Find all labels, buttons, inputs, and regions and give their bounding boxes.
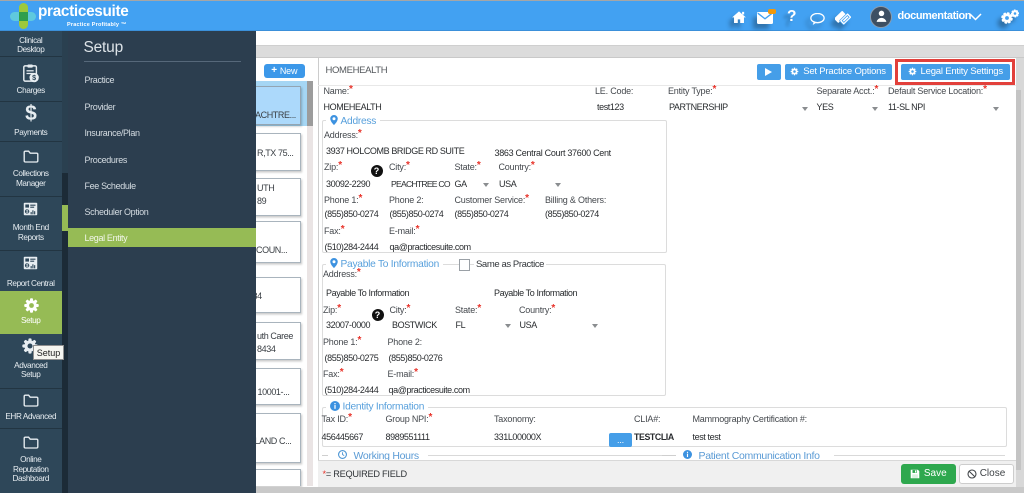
svg-text:$: $	[32, 73, 36, 82]
